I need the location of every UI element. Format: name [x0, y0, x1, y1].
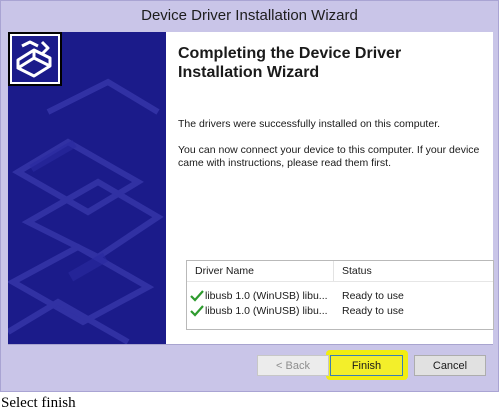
- instructions-message: You can now connect your device to this …: [178, 144, 480, 169]
- column-driver-name[interactable]: Driver Name: [195, 265, 254, 277]
- wizard-sidebar-banner: [8, 32, 166, 344]
- driver-name: libusb 1.0 (WinUSB) libu...: [205, 305, 328, 317]
- finish-button[interactable]: Finish: [330, 355, 403, 376]
- footer-divider: [8, 344, 493, 345]
- green-check-icon: [190, 305, 204, 317]
- hardware-install-icon: [8, 32, 62, 86]
- driver-name: libusb 1.0 (WinUSB) libu...: [205, 290, 328, 302]
- green-check-icon: [190, 290, 204, 302]
- column-status[interactable]: Status: [342, 265, 372, 277]
- instruction-caption: Select finish: [1, 395, 76, 411]
- driver-row[interactable]: libusb 1.0 (WinUSB) libu... Ready to use: [187, 289, 493, 303]
- wizard-content: Completing the Device Driver Installatio…: [178, 32, 494, 344]
- driver-list-header: Driver Name Status: [187, 261, 493, 282]
- driver-status: Ready to use: [342, 305, 404, 317]
- wizard-window: Device Driver Installation Wizard Comple…: [0, 0, 499, 392]
- success-message: The drivers were successfully installed …: [178, 118, 441, 130]
- wizard-heading: Completing the Device Driver Installatio…: [178, 45, 402, 81]
- driver-row[interactable]: libusb 1.0 (WinUSB) libu... Ready to use: [187, 304, 493, 318]
- driver-list: Driver Name Status libusb 1.0 (WinUSB) l…: [186, 260, 494, 330]
- window-title: Device Driver Installation Wizard: [1, 1, 498, 31]
- column-separator: [333, 261, 334, 281]
- back-button[interactable]: < Back: [257, 355, 329, 376]
- wizard-client-area: Completing the Device Driver Installatio…: [8, 32, 494, 344]
- driver-status: Ready to use: [342, 290, 404, 302]
- cancel-button[interactable]: Cancel: [414, 355, 486, 376]
